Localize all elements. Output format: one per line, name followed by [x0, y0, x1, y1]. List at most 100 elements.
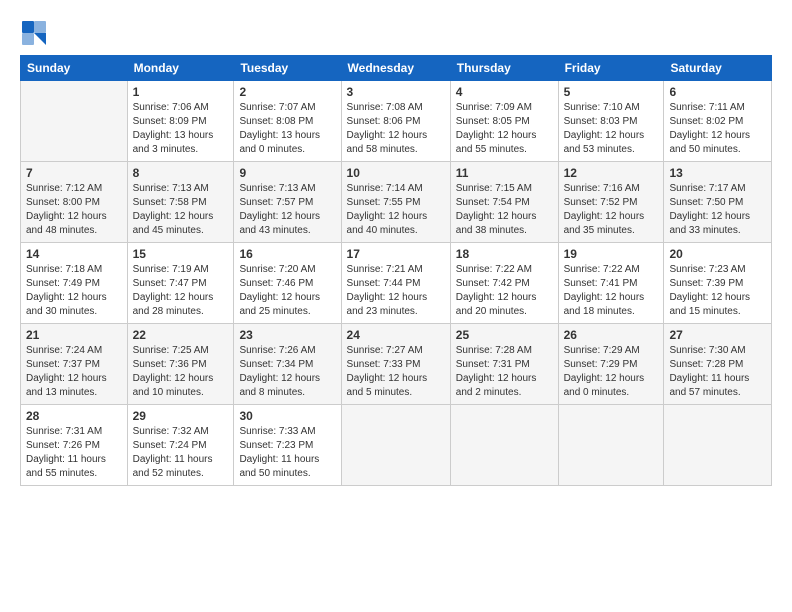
- calendar-cell: 15 Sunrise: 7:19 AMSunset: 7:47 PMDayligh…: [127, 243, 234, 324]
- day-info: Sunrise: 7:06 AMSunset: 8:09 PMDaylight:…: [133, 101, 229, 157]
- day-info: Sunrise: 7:23 AMSunset: 7:39 PMDaylight:…: [669, 263, 766, 319]
- calendar-cell: 24 Sunrise: 7:27 AMSunset: 7:33 PMDayligh…: [341, 324, 450, 405]
- calendar-cell: 2 Sunrise: 7:07 AMSunset: 8:08 PMDaylight…: [234, 81, 341, 162]
- day-info: Sunrise: 7:13 AMSunset: 7:57 PMDaylight:…: [239, 182, 335, 238]
- day-info: Sunrise: 7:22 AMSunset: 7:42 PMDaylight:…: [456, 263, 553, 319]
- logo: [20, 19, 50, 47]
- day-number: 24: [347, 328, 445, 342]
- day-info: Sunrise: 7:24 AMSunset: 7:37 PMDaylight:…: [26, 344, 122, 400]
- day-info: Sunrise: 7:28 AMSunset: 7:31 PMDaylight:…: [456, 344, 553, 400]
- day-number: 27: [669, 328, 766, 342]
- calendar-cell: 5 Sunrise: 7:10 AMSunset: 8:03 PMDaylight…: [558, 81, 664, 162]
- calendar-cell: 10 Sunrise: 7:14 AMSunset: 7:55 PMDayligh…: [341, 162, 450, 243]
- calendar-cell: 4 Sunrise: 7:09 AMSunset: 8:05 PMDaylight…: [450, 81, 558, 162]
- day-number: 18: [456, 247, 553, 261]
- day-number: 17: [347, 247, 445, 261]
- weekday-header-thursday: Thursday: [450, 56, 558, 81]
- calendar-cell: 19 Sunrise: 7:22 AMSunset: 7:41 PMDayligh…: [558, 243, 664, 324]
- calendar-cell: 14 Sunrise: 7:18 AMSunset: 7:49 PMDayligh…: [21, 243, 128, 324]
- day-number: 25: [456, 328, 553, 342]
- day-number: 28: [26, 409, 122, 423]
- calendar-cell: 18 Sunrise: 7:22 AMSunset: 7:42 PMDayligh…: [450, 243, 558, 324]
- calendar-cell: 11 Sunrise: 7:15 AMSunset: 7:54 PMDayligh…: [450, 162, 558, 243]
- day-number: 30: [239, 409, 335, 423]
- day-info: Sunrise: 7:11 AMSunset: 8:02 PMDaylight:…: [669, 101, 766, 157]
- day-number: 4: [456, 85, 553, 99]
- weekday-header-tuesday: Tuesday: [234, 56, 341, 81]
- calendar-cell: 8 Sunrise: 7:13 AMSunset: 7:58 PMDaylight…: [127, 162, 234, 243]
- calendar-cell: 12 Sunrise: 7:16 AMSunset: 7:52 PMDayligh…: [558, 162, 664, 243]
- day-number: 15: [133, 247, 229, 261]
- day-number: 22: [133, 328, 229, 342]
- day-number: 5: [564, 85, 659, 99]
- day-info: Sunrise: 7:07 AMSunset: 8:08 PMDaylight:…: [239, 101, 335, 157]
- calendar-cell: 28 Sunrise: 7:31 AMSunset: 7:26 PMDayligh…: [21, 405, 128, 486]
- day-info: Sunrise: 7:22 AMSunset: 7:41 PMDaylight:…: [564, 263, 659, 319]
- day-info: Sunrise: 7:15 AMSunset: 7:54 PMDaylight:…: [456, 182, 553, 238]
- calendar-cell: 1Sunrise: 7:06 AMSunset: 8:09 PMDaylight…: [127, 81, 234, 162]
- day-info: Sunrise: 7:25 AMSunset: 7:36 PMDaylight:…: [133, 344, 229, 400]
- day-info: Sunrise: 7:18 AMSunset: 7:49 PMDaylight:…: [26, 263, 122, 319]
- day-number: 16: [239, 247, 335, 261]
- calendar-cell: 30 Sunrise: 7:33 AMSunset: 7:23 PMDayligh…: [234, 405, 341, 486]
- day-number: 14: [26, 247, 122, 261]
- calendar-cell: 9 Sunrise: 7:13 AMSunset: 7:57 PMDaylight…: [234, 162, 341, 243]
- day-info: Sunrise: 7:32 AMSunset: 7:24 PMDaylight:…: [133, 425, 229, 481]
- day-info: Sunrise: 7:10 AMSunset: 8:03 PMDaylight:…: [564, 101, 659, 157]
- calendar-cell: [664, 405, 772, 486]
- day-number: 8: [133, 166, 229, 180]
- calendar-cell: [21, 81, 128, 162]
- day-info: Sunrise: 7:13 AMSunset: 7:58 PMDaylight:…: [133, 182, 229, 238]
- day-number: 20: [669, 247, 766, 261]
- calendar: SundayMondayTuesdayWednesdayThursdayFrid…: [20, 55, 772, 486]
- day-number: 9: [239, 166, 335, 180]
- day-number: 10: [347, 166, 445, 180]
- calendar-cell: 16 Sunrise: 7:20 AMSunset: 7:46 PMDayligh…: [234, 243, 341, 324]
- calendar-cell: 6 Sunrise: 7:11 AMSunset: 8:02 PMDaylight…: [664, 81, 772, 162]
- day-number: 26: [564, 328, 659, 342]
- weekday-header-saturday: Saturday: [664, 56, 772, 81]
- calendar-cell: [341, 405, 450, 486]
- day-info: Sunrise: 7:31 AMSunset: 7:26 PMDaylight:…: [26, 425, 122, 481]
- day-info: Sunrise: 7:09 AMSunset: 8:05 PMDaylight:…: [456, 101, 553, 157]
- weekday-header-friday: Friday: [558, 56, 664, 81]
- day-info: Sunrise: 7:16 AMSunset: 7:52 PMDaylight:…: [564, 182, 659, 238]
- calendar-cell: [558, 405, 664, 486]
- day-number: 19: [564, 247, 659, 261]
- day-info: Sunrise: 7:26 AMSunset: 7:34 PMDaylight:…: [239, 344, 335, 400]
- calendar-cell: 26Sunrise: 7:29 AMSunset: 7:29 PMDayligh…: [558, 324, 664, 405]
- calendar-cell: 22 Sunrise: 7:25 AMSunset: 7:36 PMDayligh…: [127, 324, 234, 405]
- calendar-cell: 23 Sunrise: 7:26 AMSunset: 7:34 PMDayligh…: [234, 324, 341, 405]
- day-info: Sunrise: 7:08 AMSunset: 8:06 PMDaylight:…: [347, 101, 445, 157]
- weekday-header-sunday: Sunday: [21, 56, 128, 81]
- day-number: 2: [239, 85, 335, 99]
- calendar-cell: 21 Sunrise: 7:24 AMSunset: 7:37 PMDayligh…: [21, 324, 128, 405]
- day-info: Sunrise: 7:20 AMSunset: 7:46 PMDaylight:…: [239, 263, 335, 319]
- day-info: Sunrise: 7:21 AMSunset: 7:44 PMDaylight:…: [347, 263, 445, 319]
- weekday-header-monday: Monday: [127, 56, 234, 81]
- calendar-cell: 27 Sunrise: 7:30 AMSunset: 7:28 PMDayligh…: [664, 324, 772, 405]
- calendar-cell: 25 Sunrise: 7:28 AMSunset: 7:31 PMDayligh…: [450, 324, 558, 405]
- day-info: Sunrise: 7:17 AMSunset: 7:50 PMDaylight:…: [669, 182, 766, 238]
- calendar-cell: 29 Sunrise: 7:32 AMSunset: 7:24 PMDayligh…: [127, 405, 234, 486]
- day-info: Sunrise: 7:33 AMSunset: 7:23 PMDaylight:…: [239, 425, 335, 481]
- day-info: Sunrise: 7:12 AMSunset: 8:00 PMDaylight:…: [26, 182, 122, 238]
- day-number: 13: [669, 166, 766, 180]
- day-info: Sunrise: 7:14 AMSunset: 7:55 PMDaylight:…: [347, 182, 445, 238]
- calendar-cell: 20 Sunrise: 7:23 AMSunset: 7:39 PMDayligh…: [664, 243, 772, 324]
- day-number: 23: [239, 328, 335, 342]
- day-number: 7: [26, 166, 122, 180]
- day-info: Sunrise: 7:30 AMSunset: 7:28 PMDaylight:…: [669, 344, 766, 400]
- day-number: 6: [669, 85, 766, 99]
- day-info: Sunrise: 7:19 AMSunset: 7:47 PMDaylight:…: [133, 263, 229, 319]
- day-number: 11: [456, 166, 553, 180]
- day-info: Sunrise: 7:27 AMSunset: 7:33 PMDaylight:…: [347, 344, 445, 400]
- day-number: 29: [133, 409, 229, 423]
- day-number: 12: [564, 166, 659, 180]
- day-number: 21: [26, 328, 122, 342]
- calendar-cell: [450, 405, 558, 486]
- calendar-cell: 17 Sunrise: 7:21 AMSunset: 7:44 PMDayligh…: [341, 243, 450, 324]
- day-number: 3: [347, 85, 445, 99]
- calendar-cell: 7 Sunrise: 7:12 AMSunset: 8:00 PMDaylight…: [21, 162, 128, 243]
- calendar-cell: 3 Sunrise: 7:08 AMSunset: 8:06 PMDaylight…: [341, 81, 450, 162]
